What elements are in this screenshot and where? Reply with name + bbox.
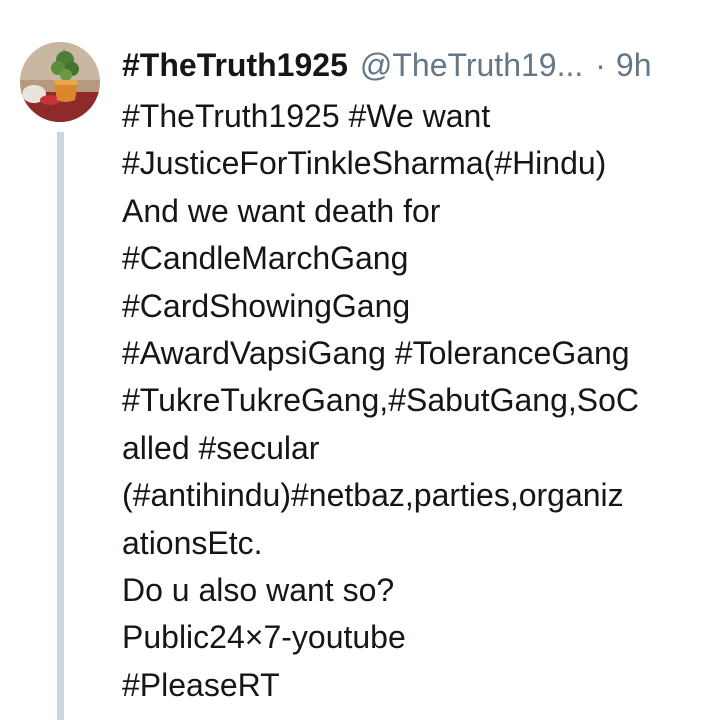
display-name[interactable]: #TheTruth1925 (122, 47, 348, 84)
tweet-text-line: #TheTruth1925 #We want (122, 98, 491, 134)
user-handle[interactable]: @TheTruth19... (360, 47, 583, 84)
tweet[interactable]: #TheTruth1925 @TheTruth19... · 9h #TheTr… (0, 0, 720, 720)
tweet-text-line: (#antihindu)#netbaz,parties,organiz (122, 477, 624, 514)
tweet-text-line: ationsEtc. (122, 524, 263, 561)
tweet-text-line: #TukreTukreGang,#SabutGang,SoC (122, 382, 640, 419)
tweet-text-line: And we want death for (122, 192, 441, 229)
tweet-text-line: alled #secular (122, 429, 320, 466)
avatar[interactable] (20, 42, 100, 122)
separator-dot: · (595, 46, 606, 83)
tweet-text-line: #CardShowingGang (122, 287, 411, 324)
avatar-plant-pot-icon (20, 42, 100, 122)
tweet-text-line: Do u also want so? (122, 571, 395, 608)
tweet-text-line: #AwardVapsiGang #ToleranceGang (122, 334, 630, 371)
tweet-text: #TheTruth1925 #We want #JusticeForTinkle… (122, 93, 712, 709)
tweet-text-line: #CandleMarchGang (122, 240, 409, 277)
tweet-header: #TheTruth1925 @TheTruth19... · 9h (122, 42, 652, 88)
timestamp[interactable]: 9h (616, 47, 652, 84)
tweet-text-line: #JusticeForTinkleSharma(#Hindu) (122, 145, 607, 182)
tweet-text-line: Public24×7-youtube (122, 619, 406, 656)
tweet-text-line: #PleaseRT (122, 666, 280, 703)
thread-line (57, 132, 64, 720)
